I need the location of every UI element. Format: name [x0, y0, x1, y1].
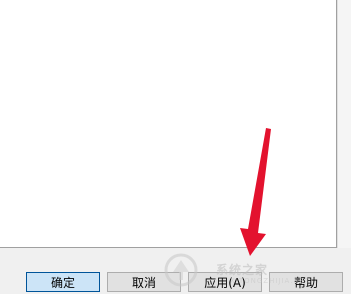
cancel-button[interactable]: 取消 — [107, 272, 181, 292]
scrollbar-track[interactable] — [337, 0, 351, 248]
apply-button[interactable]: 应用(A) — [188, 272, 262, 292]
ok-button[interactable]: 确定 — [26, 272, 100, 292]
dialog-button-row: 确定 取消 应用(A) 帮助 — [0, 248, 351, 294]
content-panel — [0, 0, 337, 248]
help-button[interactable]: 帮助 — [269, 272, 343, 292]
property-dialog: 确定 取消 应用(A) 帮助 系统之家 XITONGZHIJIA.NET — [0, 0, 351, 294]
